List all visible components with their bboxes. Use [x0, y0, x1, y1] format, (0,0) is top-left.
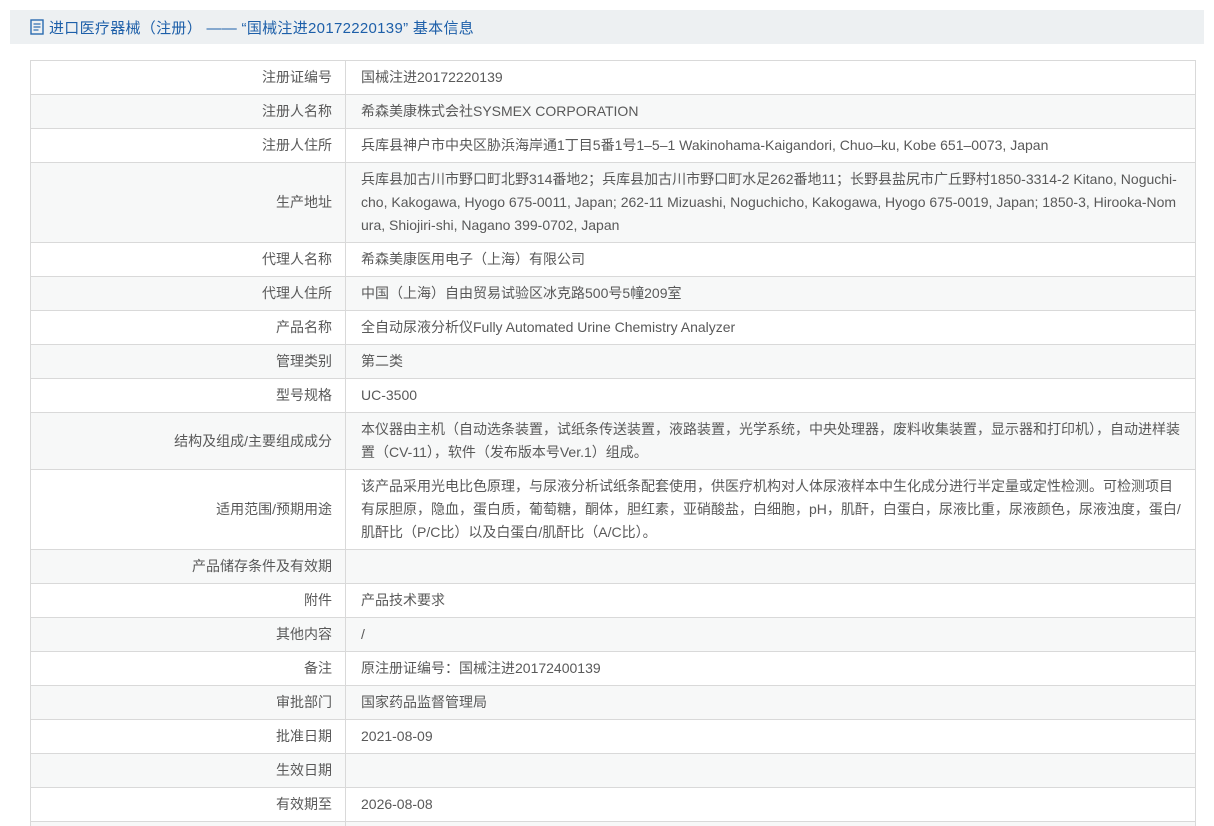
row-value: 国械注进20172220139 — [345, 60, 1196, 95]
row-value: 第二类 — [345, 344, 1196, 379]
row-label: 适用范围/预期用途 — [30, 469, 346, 550]
row-value: 本仪器由主机（自动选条装置，试纸条传送装置，液路装置，光学系统，中央处理器，废料… — [345, 412, 1196, 470]
row-label: 附件 — [30, 583, 346, 618]
row-value: 希森美康医用电子（上海）有限公司 — [345, 242, 1196, 277]
table-row: 生效日期 — [30, 753, 1196, 788]
row-label: 审批部门 — [30, 685, 346, 720]
row-value — [345, 753, 1196, 788]
table-row: 注册人住所 兵库县神户市中央区胁浜海岸通1丁目5番1号1–5–1 Wakinoh… — [30, 128, 1196, 163]
table-row: 批准日期 2021-08-09 — [30, 719, 1196, 754]
row-label: 注册人名称 — [30, 94, 346, 129]
row-value: 原注册证编号：国械注进20172400139 — [345, 651, 1196, 686]
row-label: 其他内容 — [30, 617, 346, 652]
table-row: 附件 产品技术要求 — [30, 583, 1196, 618]
row-label: 结构及组成/主要组成成分 — [30, 412, 346, 470]
table-row: 注册证编号 国械注进20172220139 — [30, 60, 1196, 95]
row-value: 产品技术要求 — [345, 583, 1196, 618]
table-row: 审批部门 国家药品监督管理局 — [30, 685, 1196, 720]
row-value: 国家药品监督管理局 — [345, 685, 1196, 720]
row-label: 批准日期 — [30, 719, 346, 754]
row-value: 全自动尿液分析仪Fully Automated Urine Chemistry … — [345, 310, 1196, 345]
table-row: 产品储存条件及有效期 — [30, 549, 1196, 584]
page-title: 进口医疗器械（注册） —— “国械注进20172220139” 基本信息 — [49, 19, 475, 37]
row-label: 注册证编号 — [30, 60, 346, 95]
row-value — [345, 821, 1196, 826]
table-row: 结构及组成/主要组成成分 本仪器由主机（自动选条装置，试纸条传送装置，液路装置，… — [30, 412, 1196, 470]
registration-detail-page: 进口医疗器械（注册） —— “国械注进20172220139” 基本信息 注册证… — [0, 0, 1214, 826]
row-label: 管理类别 — [30, 344, 346, 379]
page-header: 进口医疗器械（注册） —— “国械注进20172220139” 基本信息 — [10, 10, 1204, 44]
table-row — [30, 821, 1196, 826]
row-label — [30, 821, 346, 826]
table-row: 适用范围/预期用途 该产品采用光电比色原理，与尿液分析试纸条配套使用，供医疗机构… — [30, 469, 1196, 550]
registration-info-table: 注册证编号 国械注进20172220139 注册人名称 希森美康株式会社SYSM… — [30, 60, 1196, 826]
table-row: 代理人名称 希森美康医用电子（上海）有限公司 — [30, 242, 1196, 277]
row-value: 中国（上海）自由贸易试验区冰克路500号5幢209室 — [345, 276, 1196, 311]
row-value: / — [345, 617, 1196, 652]
row-value — [345, 549, 1196, 584]
row-value: 该产品采用光电比色原理，与尿液分析试纸条配套使用，供医疗机构对人体尿液样本中生化… — [345, 469, 1196, 550]
row-value: 兵库县加古川市野口町北野314番地2；兵库县加古川市野口町水足262番地11；长… — [345, 162, 1196, 243]
row-label: 生效日期 — [30, 753, 346, 788]
row-label: 有效期至 — [30, 787, 346, 822]
table-row: 有效期至 2026-08-08 — [30, 787, 1196, 822]
table-row: 注册人名称 希森美康株式会社SYSMEX CORPORATION — [30, 94, 1196, 129]
row-value: 2021-08-09 — [345, 719, 1196, 754]
table-row: 管理类别 第二类 — [30, 344, 1196, 379]
row-value: 2026-08-08 — [345, 787, 1196, 822]
table-row: 代理人住所 中国（上海）自由贸易试验区冰克路500号5幢209室 — [30, 276, 1196, 311]
table-row: 其他内容 / — [30, 617, 1196, 652]
row-label: 代理人住所 — [30, 276, 346, 311]
row-label: 生产地址 — [30, 162, 346, 243]
row-label: 注册人住所 — [30, 128, 346, 163]
table-row: 生产地址 兵库县加古川市野口町北野314番地2；兵库县加古川市野口町水足262番… — [30, 162, 1196, 243]
table-row: 产品名称 全自动尿液分析仪Fully Automated Urine Chemi… — [30, 310, 1196, 345]
table-row: 备注 原注册证编号：国械注进20172400139 — [30, 651, 1196, 686]
row-value: 希森美康株式会社SYSMEX CORPORATION — [345, 94, 1196, 129]
row-label: 型号规格 — [30, 378, 346, 413]
row-label: 产品储存条件及有效期 — [30, 549, 346, 584]
table-row: 型号规格 UC-3500 — [30, 378, 1196, 413]
row-label: 备注 — [30, 651, 346, 686]
row-label: 产品名称 — [30, 310, 346, 345]
row-value: 兵库县神户市中央区胁浜海岸通1丁目5番1号1–5–1 Wakinohama-Ka… — [345, 128, 1196, 163]
row-value: UC-3500 — [345, 378, 1196, 413]
document-icon — [30, 19, 44, 35]
row-label: 代理人名称 — [30, 242, 346, 277]
